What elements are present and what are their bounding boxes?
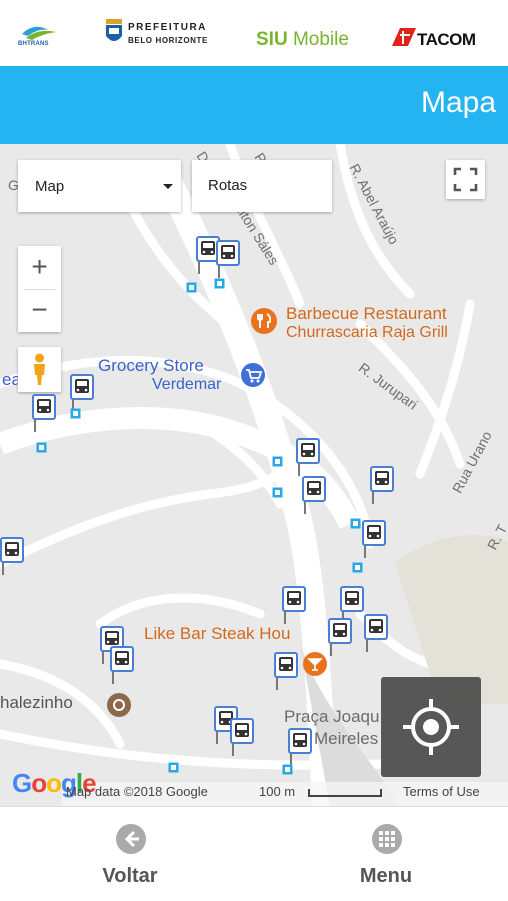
prefeitura-crest-icon	[106, 19, 122, 41]
stop-point-icon[interactable]	[70, 408, 81, 419]
zoom-out-button[interactable]: −	[18, 289, 61, 332]
stop-point-icon[interactable]	[168, 762, 179, 773]
bus-stop-icon[interactable]	[110, 646, 134, 684]
stop-point-icon[interactable]	[186, 282, 197, 293]
praca-name-1[interactable]: Praça Joaqu	[284, 707, 379, 727]
menu-button[interactable]: Menu	[316, 807, 456, 901]
siu-mobile-logo: SIU Mobile	[256, 29, 349, 50]
back-button[interactable]: Voltar	[60, 807, 200, 901]
bus-stop-icon[interactable]	[70, 374, 94, 412]
grocery-store-subtitle[interactable]: Verdemar	[152, 376, 221, 394]
bus-stop-icon[interactable]	[288, 728, 312, 766]
tacom-logo-text: TACOM	[417, 30, 476, 49]
stop-point-icon[interactable]	[36, 442, 47, 453]
map-view[interactable]: ilton Sáles R. Abel Araújo R. Jurupari R…	[0, 144, 508, 806]
arrow-left-icon	[116, 824, 146, 854]
prefeitura-text-2: BELO HORIZONTE	[128, 36, 208, 45]
bus-stop-icon[interactable]	[296, 438, 320, 476]
fullscreen-icon	[453, 167, 478, 192]
terms-of-use-link[interactable]: Terms of Use	[403, 784, 480, 799]
menu-label: Menu	[359, 865, 413, 887]
bus-stop-icon[interactable]	[0, 537, 24, 575]
pegman-icon	[34, 353, 45, 385]
logo-bar: BHTRANS PREFEITURA BELO HORIZONTE SIU Mo…	[0, 0, 508, 66]
page-header: Mapa	[0, 66, 508, 144]
back-label: Voltar	[102, 865, 158, 887]
stop-point-icon[interactable]	[282, 764, 293, 775]
stop-point-icon[interactable]	[352, 562, 363, 573]
bus-stop-icon[interactable]	[216, 240, 240, 278]
bbq-restaurant-subtitle[interactable]: Churrascaria Raja Grill	[286, 324, 448, 342]
place-icon[interactable]	[106, 692, 132, 718]
stop-point-icon[interactable]	[272, 487, 283, 498]
map-data-credit: Map data ©2018 Google	[66, 784, 208, 799]
my-location-button[interactable]	[381, 677, 481, 777]
bus-stop-icon[interactable]	[282, 586, 306, 624]
prefeitura-text-1: PREFEITURA	[128, 22, 207, 33]
bar-icon[interactable]	[302, 651, 328, 677]
shopping-cart-icon[interactable]	[240, 362, 266, 388]
page-title: Mapa	[420, 86, 496, 119]
bus-stop-icon[interactable]	[364, 614, 388, 652]
bottom-nav: Voltar Menu	[0, 806, 508, 900]
stop-point-icon[interactable]	[350, 518, 361, 529]
bus-stop-icon[interactable]	[302, 476, 326, 514]
bhtrans-text: BHTRANS	[18, 41, 49, 47]
stop-point-icon[interactable]	[214, 278, 225, 289]
routes-input[interactable]: Rotas	[192, 160, 332, 212]
like-bar-name[interactable]: Like Bar Steak Hou	[144, 624, 290, 644]
praca-name-2[interactable]: Meireles	[314, 729, 378, 749]
restaurant-icon[interactable]	[250, 307, 278, 335]
bus-stop-icon[interactable]	[274, 652, 298, 690]
bus-stop-icon[interactable]	[362, 520, 386, 558]
stop-point-icon[interactable]	[272, 456, 283, 467]
zoom-control: + −	[18, 246, 61, 332]
crosshair-icon	[403, 699, 459, 755]
scale-label: 100 m	[259, 784, 296, 799]
map-type-value: Map	[35, 178, 65, 195]
fullscreen-button[interactable]	[446, 160, 485, 199]
bus-stop-icon[interactable]	[370, 466, 394, 504]
map-type-select[interactable]: Map	[18, 160, 181, 212]
grid-menu-icon	[372, 824, 402, 854]
street-view-pegman[interactable]	[18, 347, 61, 392]
bus-stop-icon[interactable]	[328, 618, 352, 656]
scale-bar	[308, 789, 382, 797]
bbq-restaurant-name[interactable]: Barbecue Restaurant	[286, 304, 447, 324]
zoom-in-button[interactable]: +	[18, 246, 61, 289]
grocery-store-name[interactable]: Grocery Store	[98, 356, 204, 376]
routes-placeholder: Rotas	[208, 177, 248, 194]
chalezinho-name[interactable]: halezinho	[0, 693, 73, 713]
bus-stop-icon[interactable]	[32, 394, 56, 432]
tacom-logo-icon	[392, 28, 416, 46]
bus-stop-icon[interactable]	[230, 718, 254, 756]
chevron-down-icon	[163, 184, 173, 189]
